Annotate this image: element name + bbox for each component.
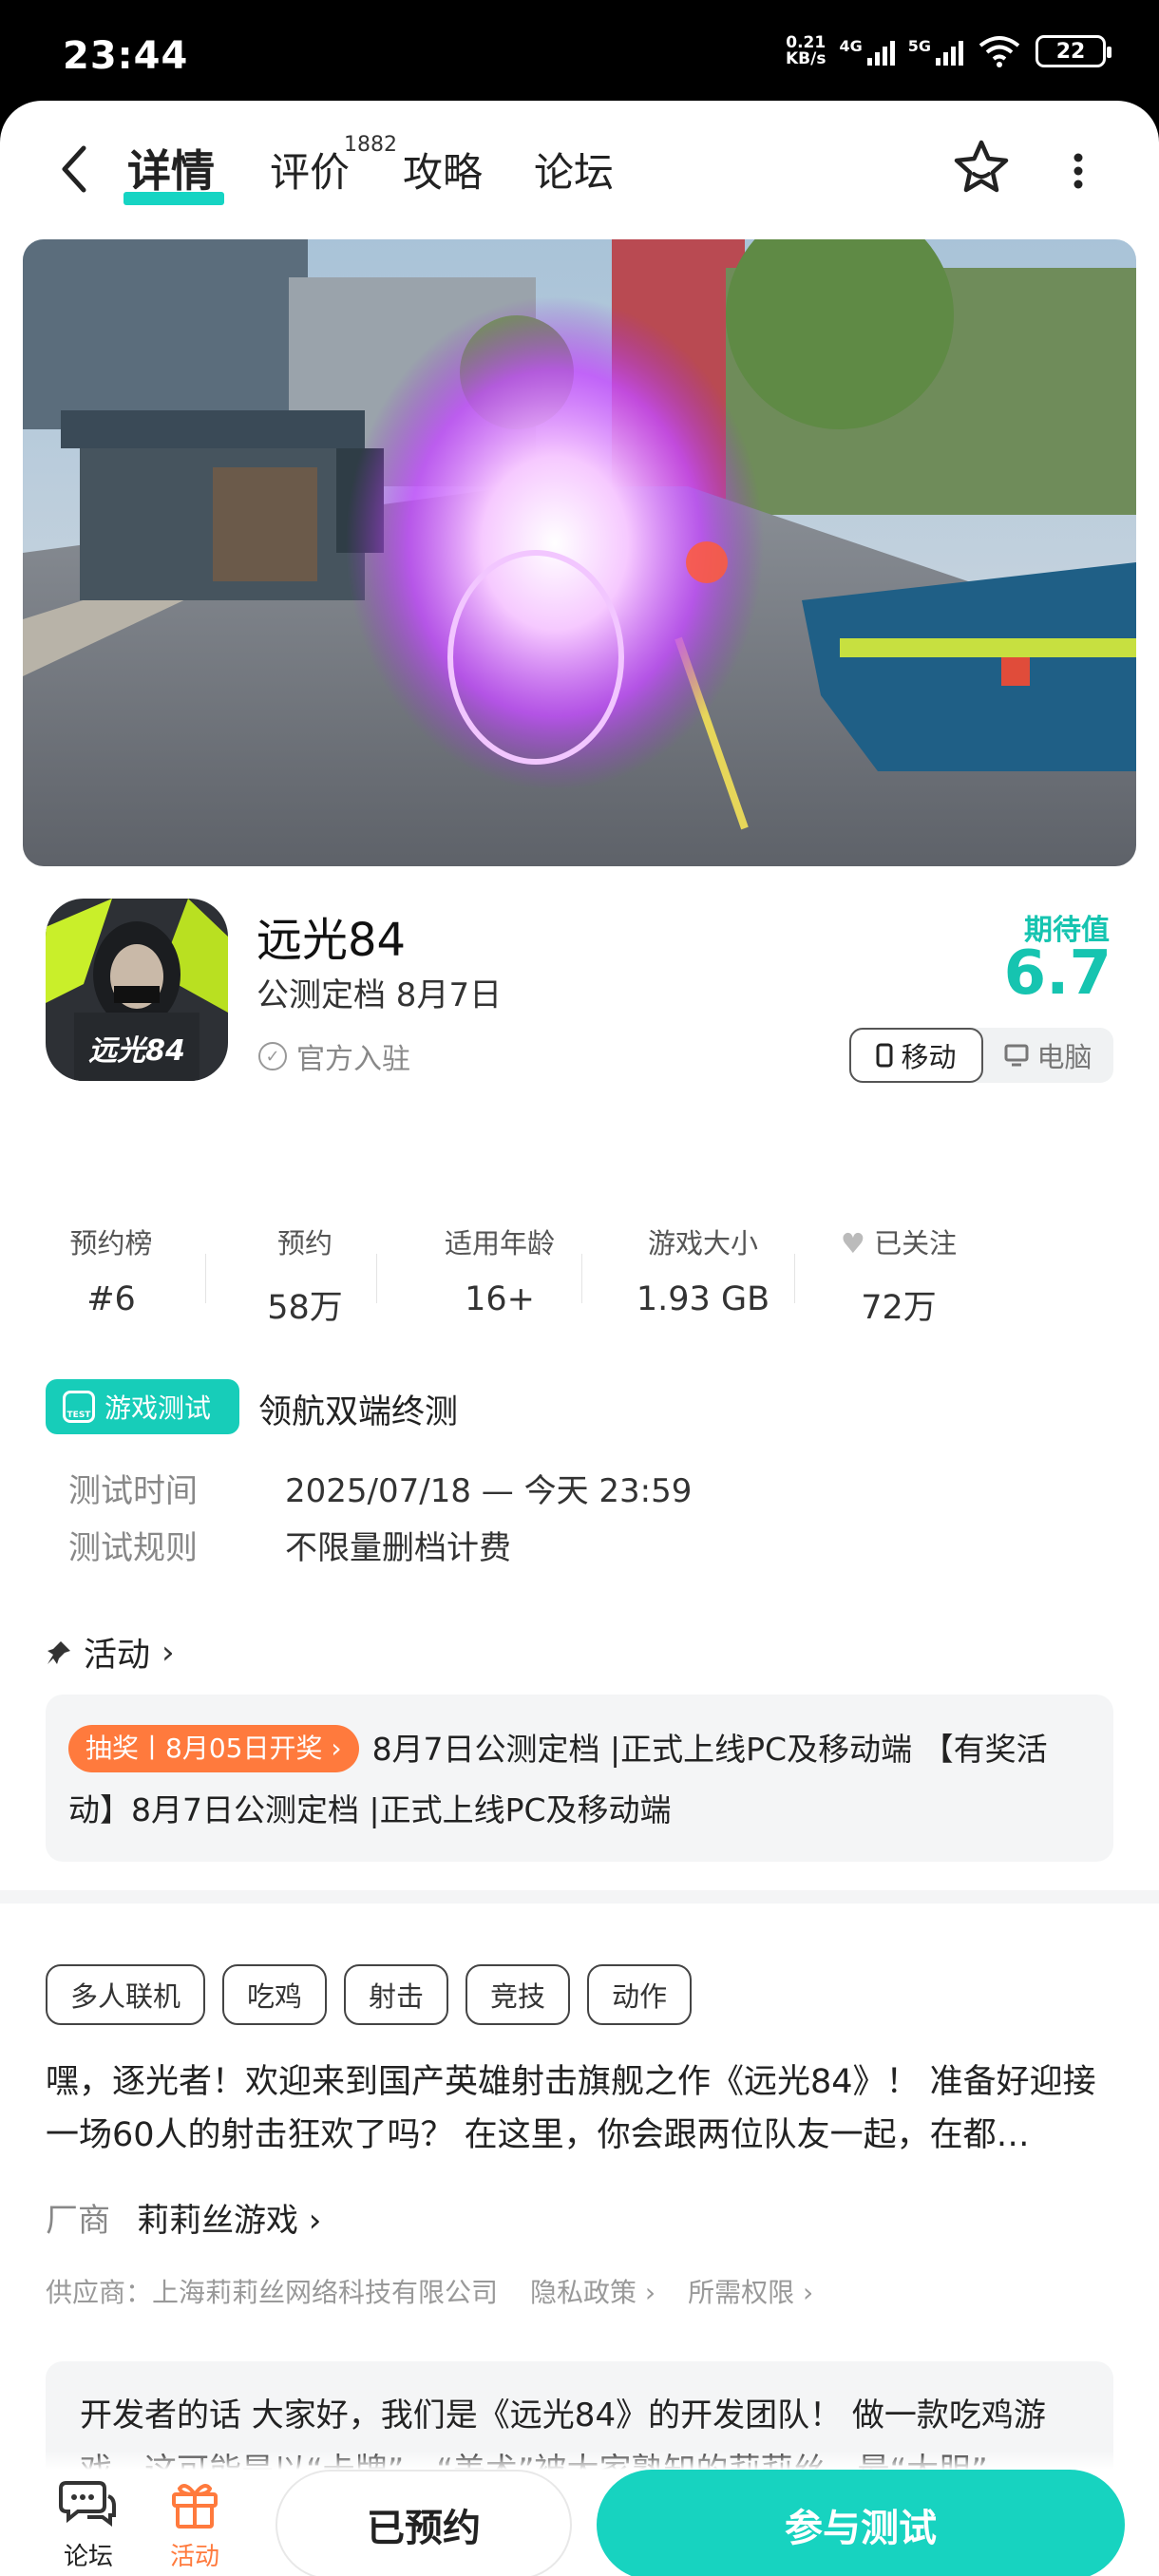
review-count: 1882 [344,133,397,157]
activity-header[interactable]: 活动 › [46,1628,175,1676]
privacy-policy-link[interactable]: 隐私政策 › [530,2272,656,2310]
tag-competitive[interactable]: 竞技 [466,1964,571,2025]
wifi-icon [978,36,1020,67]
status-icons: 0.21 KB/s 4G 5G 22 [786,33,1112,68]
tab-guides[interactable]: 攻略 [403,141,483,199]
activity-card[interactable]: 抽奖丨8月05日开奖 › 8月7日公测定档 |正式上线PC及移动端 【有奖活动】8… [46,1695,1113,1862]
pin-icon [48,1640,70,1664]
favorite-star-icon[interactable] [948,135,1015,201]
more-options-icon[interactable] [1064,150,1092,192]
bottom-action-bar: 论坛 活动 已预约 参与测试 [0,2470,1159,2576]
stats-row: 预约榜 #6 预约 58万 适用年龄 16+ 游戏大小 1.93 GB ♥ 已关… [34,1222,984,1335]
reserved-button[interactable]: 已预约 [276,2470,572,2576]
bottom-activity[interactable]: 活动 [152,2477,238,2572]
stat-divider [205,1254,206,1303]
svg-text:远光84: 远光84 [88,1034,185,1068]
battery-icon: 22 [1036,35,1112,67]
test-time-label: 测试时间 [68,1472,198,1510]
tag-multiplayer[interactable]: 多人联机 [46,1964,206,2025]
verified-check-icon: ✓ [258,1042,287,1070]
join-test-button[interactable]: 参与测试 [597,2470,1125,2576]
stat-size: 游戏大小 1.93 GB [636,1227,770,1318]
game-detail-page: 详情 评价 1882 攻略 论坛 远光84 远光84 公测定档 8月7日 ✓ 官… [0,101,1159,2576]
heart-icon: ♥ [840,1227,865,1260]
game-test-badge: TEST 游戏测试 [46,1379,239,1434]
phone-icon [876,1043,893,1068]
test-rule-label: 测试规则 [68,1529,198,1567]
monitor-icon [1004,1044,1029,1067]
stat-divider [376,1254,377,1303]
supplier-row: 供应商：上海莉莉丝网络科技有限公司 隐私政策 › 所需权限 › [46,2272,813,2310]
net-speed: 0.21 KB/s [786,33,826,68]
game-app-icon: 远光84 [46,899,228,1081]
stat-rank[interactable]: 预约榜 #6 [59,1222,163,1318]
stat-divider [794,1254,795,1303]
stat-age[interactable]: 适用年龄 16+ [414,1222,585,1318]
vendor-row[interactable]: 厂商 莉莉丝游戏 › [46,2194,321,2241]
game-title: 远光84 [256,914,407,967]
bottom-forum[interactable]: 论坛 [46,2477,131,2572]
gift-icon [172,2484,218,2529]
test-title: 领航双端终测 [258,1393,459,1431]
expectation-score: 6.7 [1003,938,1112,1009]
tab-details[interactable]: 详情 [127,137,215,199]
tag-battle-royale[interactable]: 吃鸡 [222,1964,328,2025]
lottery-tag: 抽奖丨8月05日开奖 › [68,1725,359,1772]
test-rule-value: 不限量删档计费 [285,1529,511,1567]
top-nav: 详情 评价 1882 攻略 论坛 [0,101,1159,243]
vendor-name: 莉莉丝游戏 › [137,2202,322,2240]
status-bar: 23:44 0.21 KB/s 4G 5G 22 [0,0,1159,104]
tab-reviews[interactable]: 评价 [270,141,350,199]
stat-divider [581,1254,582,1303]
forum-chat-icon [59,2481,116,2527]
stat-reservations: 预约 58万 [267,1227,343,1327]
platform-pc[interactable]: 电脑 [983,1028,1113,1083]
bottom-fade [0,2451,1159,2470]
tab-forum[interactable]: 论坛 [534,141,614,199]
platform-switch: 移动 电脑 [849,1028,1113,1083]
chevron-right-icon: › [162,1633,175,1672]
signal-4g-icon: 4G [839,37,895,66]
genre-tags: 多人联机 吃鸡 射击 竞技 动作 [46,1964,693,2025]
status-time: 23:44 [63,34,189,78]
gameplay-image [23,239,1136,866]
section-separator [0,1890,1159,1904]
supplier-name: 供应商：上海莉莉丝网络科技有限公司 [46,2277,499,2308]
platform-mobile[interactable]: 移动 [849,1028,983,1083]
game-screenshot-banner[interactable] [23,239,1136,866]
test-time-value: 2025/07/18 — 今天 23:59 [285,1472,693,1510]
signal-5g-icon: 5G [908,37,963,66]
back-arrow-icon[interactable] [55,141,93,198]
permissions-link[interactable]: 所需权限 › [688,2272,813,2310]
test-icon: TEST [63,1391,95,1423]
tag-action[interactable]: 动作 [587,1964,693,2025]
stat-followers[interactable]: ♥ 已关注 72万 [823,1222,975,1329]
launch-date: 公测定档 8月7日 [256,976,503,1014]
tag-shooter[interactable]: 射击 [344,1964,449,2025]
official-badge: ✓ 官方入驻 [258,1035,410,1077]
game-description[interactable]: 嘿，逐光者！欢迎来到国产英雄射击旗舰之作《远光84》！ 准备好迎接一场60人的射… [46,2055,1113,2162]
